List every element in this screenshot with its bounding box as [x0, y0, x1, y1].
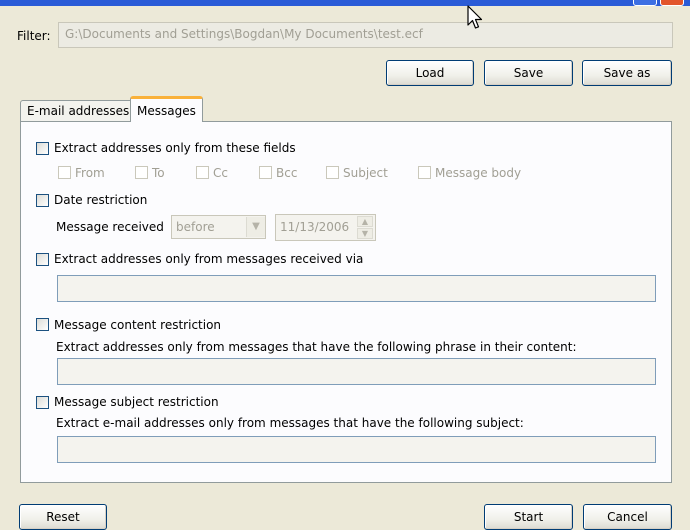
field-to-label: To — [152, 166, 165, 180]
date-comparison-value: before — [176, 220, 215, 234]
mouse-pointer-icon — [467, 5, 483, 29]
content-phrase-input[interactable] — [57, 358, 656, 385]
chevron-down-icon[interactable]: ▼ — [246, 217, 265, 237]
reset-button[interactable]: Reset — [19, 504, 107, 530]
message-received-label: Message received — [56, 220, 164, 234]
date-restriction-checkbox[interactable] — [36, 194, 49, 207]
filter-label: Filter: — [17, 29, 51, 43]
maximize-button[interactable] — [633, 0, 657, 6]
fields-restriction-checkbox[interactable] — [36, 142, 49, 155]
close-button[interactable] — [660, 0, 684, 6]
load-button[interactable]: Load — [386, 60, 474, 86]
filter-path-field[interactable]: G:\Documents and Settings\Bogdan\My Docu… — [58, 22, 673, 48]
date-restriction-label: Date restriction — [54, 193, 148, 207]
via-input[interactable] — [57, 275, 656, 302]
title-bar — [0, 0, 690, 6]
content-restriction-checkbox[interactable] — [36, 318, 49, 331]
subject-restriction-checkbox[interactable] — [36, 396, 49, 409]
spin-down-icon[interactable]: ▼ — [357, 228, 373, 239]
subject-restriction-description: Extract e-mail addresses only from messa… — [56, 416, 524, 430]
field-cc-checkbox[interactable] — [196, 166, 209, 179]
subject-restriction-label: Message subject restriction — [54, 395, 219, 409]
field-message-body-label: Message body — [435, 166, 522, 180]
field-subject-checkbox[interactable] — [326, 166, 339, 179]
content-restriction-description: Extract addresses only from messages tha… — [56, 340, 577, 354]
content-restriction-label: Message content restriction — [54, 318, 222, 332]
field-from-label: From — [75, 166, 105, 180]
start-button[interactable]: Start — [484, 504, 573, 530]
field-to-checkbox[interactable] — [135, 166, 148, 179]
field-subject-label: Subject — [343, 166, 388, 180]
field-cc-label: Cc — [213, 166, 228, 180]
tab-email-addresses[interactable]: E-mail addresses — [20, 100, 137, 122]
field-bcc-checkbox[interactable] — [259, 166, 272, 179]
via-restriction-label: Extract addresses only from messages rec… — [54, 252, 364, 266]
date-value: 11/13/2006 — [280, 220, 350, 234]
spin-up-icon[interactable]: ▲ — [357, 216, 373, 227]
save-button[interactable]: Save — [484, 60, 573, 86]
subject-input[interactable] — [57, 436, 656, 463]
fields-restriction-label: Extract addresses only from these fields — [54, 141, 296, 155]
save-as-button[interactable]: Save as — [582, 60, 672, 86]
field-bcc-label: Bcc — [276, 166, 298, 180]
via-restriction-checkbox[interactable] — [36, 253, 49, 266]
cancel-button[interactable]: Cancel — [583, 504, 672, 530]
field-message-body-checkbox[interactable] — [418, 166, 431, 179]
tab-messages[interactable]: Messages — [130, 96, 203, 122]
field-from-checkbox[interactable] — [58, 166, 71, 179]
